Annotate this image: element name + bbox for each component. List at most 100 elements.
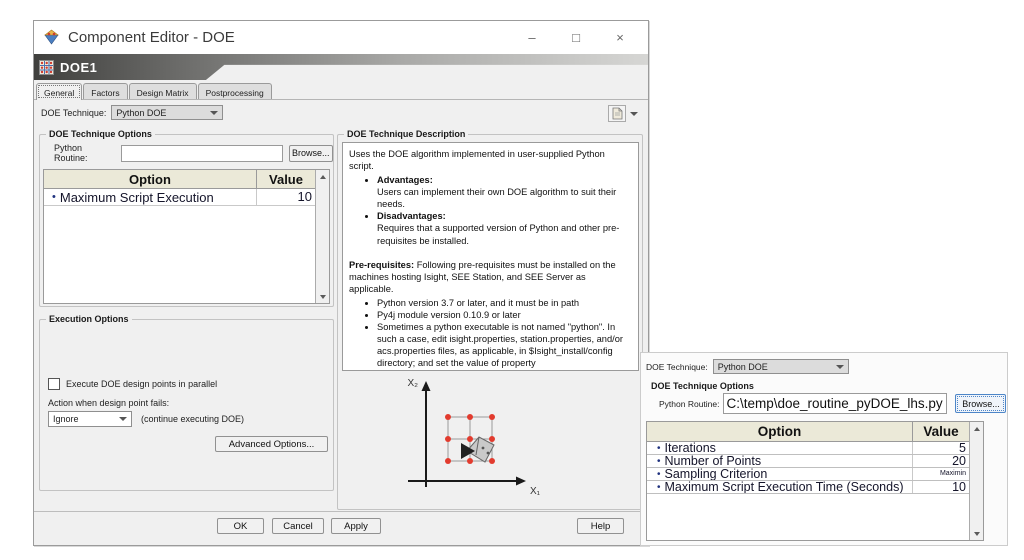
doe-technique-value: Python DOE [116, 108, 166, 118]
option-label: Sampling Criterion [665, 468, 768, 480]
tab-divider [34, 99, 648, 100]
doe-matrix-icon [39, 60, 54, 75]
group-title: DOE Technique Options [46, 129, 155, 139]
column-header-option[interactable]: Option [647, 422, 913, 441]
advanced-options-button[interactable]: Advanced Options... [215, 436, 328, 452]
tree-bullet-icon: • [657, 456, 661, 467]
table-row[interactable]: • Maximum Script Execution Time (Seconds… [647, 481, 969, 494]
tree-bullet-icon: • [657, 482, 661, 493]
doe-technique-options-group: DOE Technique Options Python Routine: Br… [39, 134, 334, 307]
table-row[interactable]: • Number of Points 20 [647, 455, 969, 468]
doe-options-detail-panel: DOE Technique: Python DOE DOE Technique … [640, 352, 1008, 546]
table-row[interactable]: • Iterations 5 [647, 442, 969, 455]
tab-design-matrix[interactable]: Design Matrix [129, 83, 197, 100]
chevron-down-icon [210, 111, 218, 115]
python-routine-label: Python Routine: [54, 143, 116, 163]
template-document-button[interactable] [608, 105, 626, 122]
tree-bullet-icon: • [52, 191, 56, 203]
x-axis-label: X₁ [530, 486, 541, 497]
column-header-value[interactable]: Value [257, 170, 315, 188]
action-on-fail-label: Action when design point fails: [48, 398, 169, 408]
tree-bullet-icon: • [657, 469, 661, 480]
document-icon [612, 107, 623, 120]
component-name: DOE1 [60, 60, 97, 75]
chevron-down-icon [119, 417, 127, 421]
apply-button[interactable]: Apply [331, 518, 381, 534]
chevron-down-icon [836, 365, 844, 369]
description-intro: Uses the DOE algorithm implemented in us… [349, 148, 632, 172]
chevron-down-icon [630, 112, 638, 116]
titlebar: Component Editor - DOE – □ × [34, 21, 648, 54]
python-routine-label: Python Routine: [659, 399, 719, 409]
table-row[interactable]: • Sampling Criterion Maximin [647, 468, 969, 481]
y-axis-label: X₂ [407, 378, 418, 389]
tab-general[interactable]: General [36, 83, 82, 100]
advantages-item: Advantages: Users can implement their ow… [377, 174, 632, 210]
option-value[interactable]: 10 [257, 189, 315, 205]
maximize-button[interactable]: □ [556, 21, 596, 53]
doe-technique-label: DOE Technique: [646, 362, 708, 372]
prerequisites-paragraph: Pre-requisites: Following pre-requisites… [349, 259, 632, 295]
option-label: Number of Points [665, 455, 762, 467]
tree-bullet-icon: • [657, 443, 661, 454]
group-title: DOE Technique Description [344, 129, 468, 139]
options-table: Option Value • Iterations 5 • Number of … [646, 421, 984, 541]
component-editor-dialog: Component Editor - DOE – □ × DOE1 Genera… [33, 20, 649, 546]
table-scrollbar[interactable] [969, 422, 983, 540]
python-routine-input[interactable]: C:\temp\doe_routine_pyDOE_lhs.py [723, 393, 947, 414]
options-table: Option Value • Maximum Script Execution … [43, 169, 330, 304]
group-title: Execution Options [46, 314, 132, 324]
cancel-button[interactable]: Cancel [272, 518, 324, 534]
help-button[interactable]: Help [577, 518, 624, 534]
ok-button[interactable]: OK [217, 518, 264, 534]
table-row[interactable]: • Maximum Script Execution 10 [44, 189, 315, 206]
scroll-up-icon[interactable] [316, 170, 329, 183]
scroll-down-icon[interactable] [970, 527, 983, 540]
tab-postprocessing[interactable]: Postprocessing [198, 83, 272, 100]
option-label: Iterations [665, 442, 716, 454]
close-button[interactable]: × [600, 21, 640, 53]
doe-technique-label: DOE Technique: [41, 108, 106, 118]
parallel-execution-checkbox[interactable] [48, 378, 60, 390]
execution-options-group: Execution Options Execute DOE design poi… [39, 319, 334, 491]
component-banner: DOE1 [34, 54, 648, 80]
prereq-item: Python version 3.7 or later, and it must… [377, 297, 632, 309]
action-on-fail-select[interactable]: Ignore [48, 411, 132, 427]
doe-technique-select[interactable]: Python DOE [111, 105, 223, 120]
minimize-button[interactable]: – [512, 21, 552, 53]
scroll-down-icon[interactable] [316, 290, 329, 303]
python-routine-input[interactable] [121, 145, 283, 162]
group-title: DOE Technique Options [651, 381, 754, 391]
die-icon [461, 437, 494, 462]
table-scrollbar[interactable] [315, 170, 329, 303]
doe-technique-select[interactable]: Python DOE [713, 359, 849, 374]
action-on-fail-value: Ignore [53, 414, 79, 424]
scroll-up-icon[interactable] [970, 422, 983, 435]
doe-sampling-diagram: X₂ X₁ [366, 375, 576, 507]
doe-technique-value: Python DOE [718, 362, 768, 372]
doe-technique-description-group: DOE Technique Description Uses the DOE a… [337, 134, 643, 510]
window-title: Component Editor - DOE [68, 29, 235, 46]
prereq-item: Py4j module version 0.10.9 or later [377, 309, 632, 321]
option-value[interactable]: 5 [913, 442, 969, 454]
description-text-area[interactable]: Uses the DOE algorithm implemented in us… [342, 142, 639, 371]
option-value[interactable]: Maximin [913, 468, 969, 480]
option-value[interactable]: 20 [913, 455, 969, 467]
parallel-execution-label: Execute DOE design points in parallel [66, 379, 217, 389]
disadvantages-item: Disadvantages: Requires that a supported… [377, 210, 632, 246]
browse-button[interactable]: Browse... [289, 145, 333, 162]
option-label: Maximum Script Execution [60, 190, 214, 205]
prereq-item: Sometimes a python executable is not nam… [377, 321, 632, 371]
app-logo-icon [43, 29, 60, 46]
browse-button[interactable]: Browse... [955, 394, 1006, 413]
footer-divider [34, 511, 648, 512]
option-value[interactable]: 10 [913, 481, 969, 493]
option-label: Maximum Script Execution Time (Seconds) [665, 481, 904, 493]
action-note: (continue executing DOE) [141, 414, 244, 424]
tab-factors[interactable]: Factors [83, 83, 127, 100]
column-header-option[interactable]: Option [44, 170, 257, 188]
tab-bar: General Factors Design Matrix Postproces… [36, 83, 272, 100]
template-menu-dropdown[interactable] [628, 109, 639, 119]
column-header-value[interactable]: Value [913, 422, 969, 441]
footer-buttons: OK Cancel Apply Help [34, 518, 648, 538]
